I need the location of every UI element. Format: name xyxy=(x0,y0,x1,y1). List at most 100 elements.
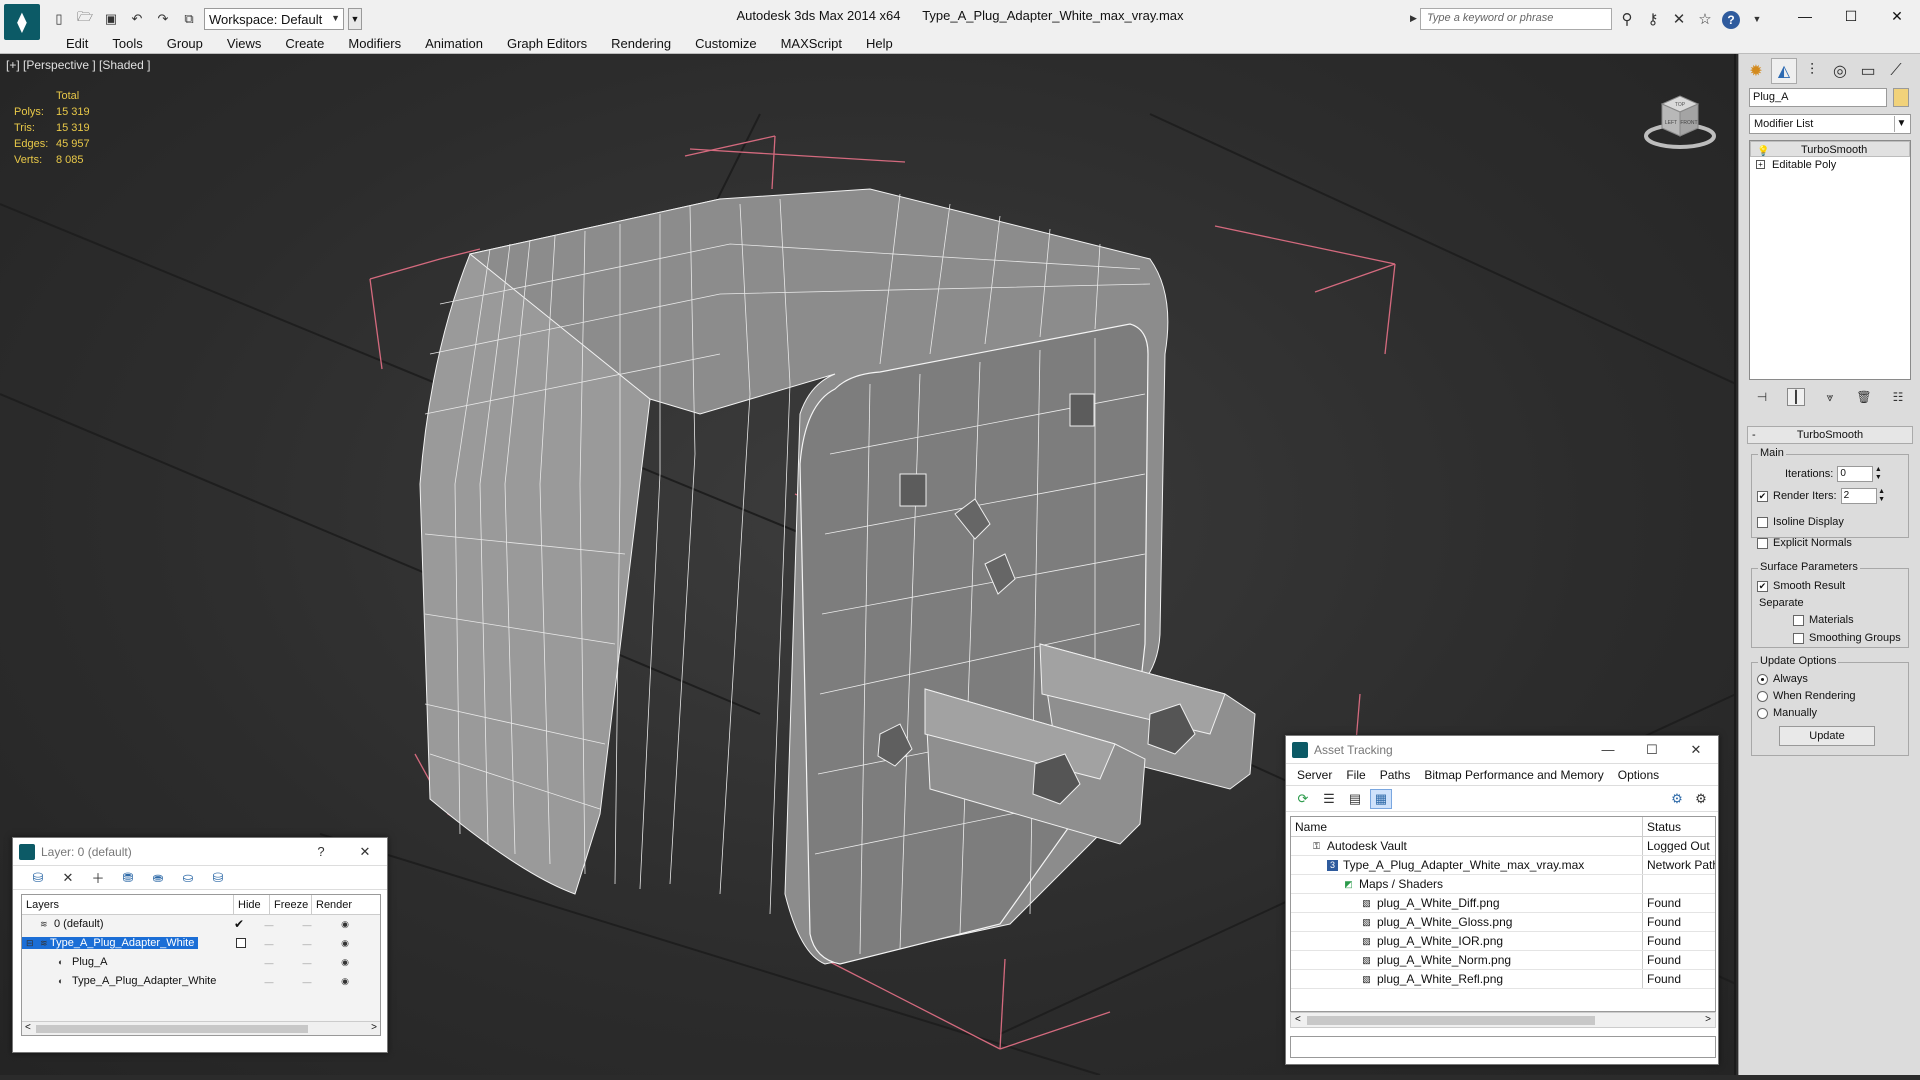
freeze-toggle-icon[interactable]: — xyxy=(288,958,326,968)
asset-row[interactable]: ◩ Maps / Shaders xyxy=(1291,875,1715,894)
close-icon[interactable]: ✕ xyxy=(343,838,387,866)
menu-rendering[interactable]: Rendering xyxy=(599,36,683,51)
render-iters-spinner[interactable]: 2 xyxy=(1840,488,1877,504)
materials-checkbox[interactable] xyxy=(1793,614,1804,626)
key-icon[interactable]: ⚷ xyxy=(1642,8,1664,30)
stack-item-editable-poly[interactable]: + Editable Poly xyxy=(1750,157,1910,173)
menu-graph-editors[interactable]: Graph Editors xyxy=(495,36,599,51)
menu-edit[interactable]: Edit xyxy=(54,36,100,51)
search-input[interactable]: Type a keyword or phrase xyxy=(1420,8,1612,30)
render-toggle-icon[interactable]: ◉ xyxy=(326,976,364,987)
col-status[interactable]: Status xyxy=(1643,817,1715,836)
modify-tab-icon[interactable]: ◭ xyxy=(1771,58,1797,84)
collapse-minus-icon[interactable]: ⊟ xyxy=(26,938,36,948)
menu-views[interactable]: Views xyxy=(215,36,273,51)
freeze-toggle-icon[interactable]: — xyxy=(288,977,326,987)
new-file-icon[interactable]: ▯ xyxy=(48,9,70,29)
scroll-right-icon[interactable]: > xyxy=(1705,1014,1711,1025)
utilities-tab-icon[interactable]: ⟋ xyxy=(1883,58,1909,84)
spinner-arrows-icon[interactable]: ▲ ▼ xyxy=(1877,488,1887,504)
iterations-spinner[interactable]: 0 xyxy=(1837,466,1874,482)
help-dropdown-icon[interactable]: ▼ xyxy=(1746,8,1768,30)
horizontal-scrollbar[interactable]: < > xyxy=(1290,1012,1716,1028)
viewcube-left-label[interactable]: LEFT xyxy=(1665,120,1677,126)
table-view-icon[interactable]: ▦ xyxy=(1370,788,1392,809)
set-active-layer-checkbox[interactable] xyxy=(236,938,246,948)
viewcube-front-label[interactable]: FRONT xyxy=(1680,120,1697,126)
layer-row[interactable]: ◐ Plug_A — — ◉ xyxy=(22,953,380,972)
freeze-toggle-icon[interactable]: — xyxy=(288,939,326,949)
remove-modifier-icon[interactable]: 🗑 xyxy=(1855,388,1873,406)
asset-menu-paths[interactable]: Paths xyxy=(1373,768,1418,782)
render-toggle-icon[interactable]: ◉ xyxy=(326,957,364,968)
col-freeze[interactable]: Freeze xyxy=(270,895,312,914)
render-toggle-icon[interactable]: ◉ xyxy=(326,938,364,949)
object-name-input[interactable]: Plug_A xyxy=(1749,88,1887,107)
layer-row[interactable]: ⊟ ≋ Type_A_Plug_Adapter_White — — ◉ xyxy=(22,934,380,953)
thumbnail-view-icon[interactable]: ▤ xyxy=(1344,789,1366,809)
pin-stack-icon[interactable]: ⊣ xyxy=(1753,388,1771,406)
binoculars-icon[interactable]: ⚲ xyxy=(1616,8,1638,30)
exchange-icon[interactable]: ✕ xyxy=(1668,8,1690,30)
scroll-left-icon[interactable]: < xyxy=(25,1022,31,1033)
undo-icon[interactable]: ↶ xyxy=(126,9,148,29)
always-radio[interactable] xyxy=(1757,673,1768,685)
scrollbar-thumb[interactable] xyxy=(36,1025,308,1033)
render-iters-checkbox[interactable]: ✔ xyxy=(1757,490,1768,502)
scroll-left-icon[interactable]: < xyxy=(1295,1014,1301,1025)
configure-modifier-sets-icon[interactable]: ☷ xyxy=(1889,388,1907,406)
scrollbar-thumb[interactable] xyxy=(1307,1016,1595,1025)
menu-maxscript[interactable]: MAXScript xyxy=(769,36,854,51)
help-icon[interactable]: ? xyxy=(1720,8,1742,30)
asset-row[interactable]: ▧ plug_A_White_Diff.png Found xyxy=(1291,894,1715,913)
minimize-icon[interactable]: — xyxy=(1586,736,1630,764)
motion-tab-icon[interactable]: ◎ xyxy=(1827,58,1853,84)
manually-radio[interactable] xyxy=(1757,707,1768,719)
freeze-all-layers-icon[interactable]: ⛁ xyxy=(207,868,229,888)
asset-row[interactable]: ▧ plug_A_White_IOR.png Found xyxy=(1291,932,1715,951)
stack-item-turbosmooth[interactable]: 💡 TurboSmooth xyxy=(1750,141,1910,157)
menu-animation[interactable]: Animation xyxy=(413,36,495,51)
menu-customize[interactable]: Customize xyxy=(683,36,768,51)
close-button[interactable]: ✕ xyxy=(1874,0,1920,32)
list-view-icon[interactable]: ☰ xyxy=(1318,789,1340,809)
asset-menu-bitmap-performance[interactable]: Bitmap Performance and Memory xyxy=(1417,768,1610,782)
col-layers[interactable]: Layers xyxy=(22,895,234,914)
qat-customize-dropdown[interactable]: ▼ xyxy=(348,8,362,30)
vault-help-icon[interactable]: ⚙ xyxy=(1666,789,1688,809)
smooth-result-checkbox[interactable]: ✔ xyxy=(1757,580,1768,592)
object-color-swatch[interactable] xyxy=(1893,88,1909,107)
when-rendering-radio[interactable] xyxy=(1757,690,1768,702)
asset-row[interactable]: 3 Type_A_Plug_Adapter_White_max_vray.max … xyxy=(1291,856,1715,875)
app-logo-icon[interactable]: ⧫ xyxy=(4,4,40,40)
menu-modifiers[interactable]: Modifiers xyxy=(336,36,413,51)
explicit-normals-checkbox[interactable] xyxy=(1757,537,1768,549)
turbosmooth-rollout-header[interactable]: - TurboSmooth xyxy=(1747,426,1913,444)
menu-group[interactable]: Group xyxy=(155,36,215,51)
create-layer-icon[interactable]: ⛁ xyxy=(27,868,49,888)
menu-tools[interactable]: Tools xyxy=(100,36,154,51)
col-render[interactable]: Render xyxy=(312,895,380,914)
asset-row[interactable]: ▧ plug_A_White_Refl.png Found xyxy=(1291,970,1715,989)
asset-row[interactable]: ⚿ Autodesk Vault Logged Out xyxy=(1291,837,1715,856)
add-to-layer-icon[interactable]: ＋ xyxy=(87,868,109,888)
layer-window-titlebar[interactable]: Layer: 0 (default) ? ✕ xyxy=(13,838,387,866)
asset-menu-server[interactable]: Server xyxy=(1290,768,1339,782)
freeze-toggle-icon[interactable]: — xyxy=(288,920,326,930)
help-button[interactable]: ? xyxy=(299,838,343,866)
display-tab-icon[interactable]: ▭ xyxy=(1855,58,1881,84)
layer-row[interactable]: ◐ Type_A_Plug_Adapter_White — — ◉ xyxy=(22,972,380,991)
maximize-button[interactable]: ☐ xyxy=(1828,0,1874,32)
col-hide[interactable]: Hide xyxy=(234,895,270,914)
scroll-right-icon[interactable]: > xyxy=(371,1022,377,1033)
hierarchy-tab-icon[interactable]: ⫶ xyxy=(1799,58,1825,84)
asset-window-titlebar[interactable]: Asset Tracking — ☐ ✕ xyxy=(1286,736,1718,764)
open-file-icon[interactable]: 🗁 xyxy=(74,9,96,29)
maximize-icon[interactable]: ☐ xyxy=(1630,736,1674,764)
viewcube[interactable]: TOP LEFT FRONT xyxy=(1640,84,1720,154)
render-toggle-icon[interactable]: ◉ xyxy=(326,919,364,930)
menu-create[interactable]: Create xyxy=(273,36,336,51)
asset-menu-options[interactable]: Options xyxy=(1611,768,1666,782)
highlight-selected-layer-icon[interactable]: ⛂ xyxy=(147,868,169,888)
col-name[interactable]: Name xyxy=(1291,817,1643,836)
